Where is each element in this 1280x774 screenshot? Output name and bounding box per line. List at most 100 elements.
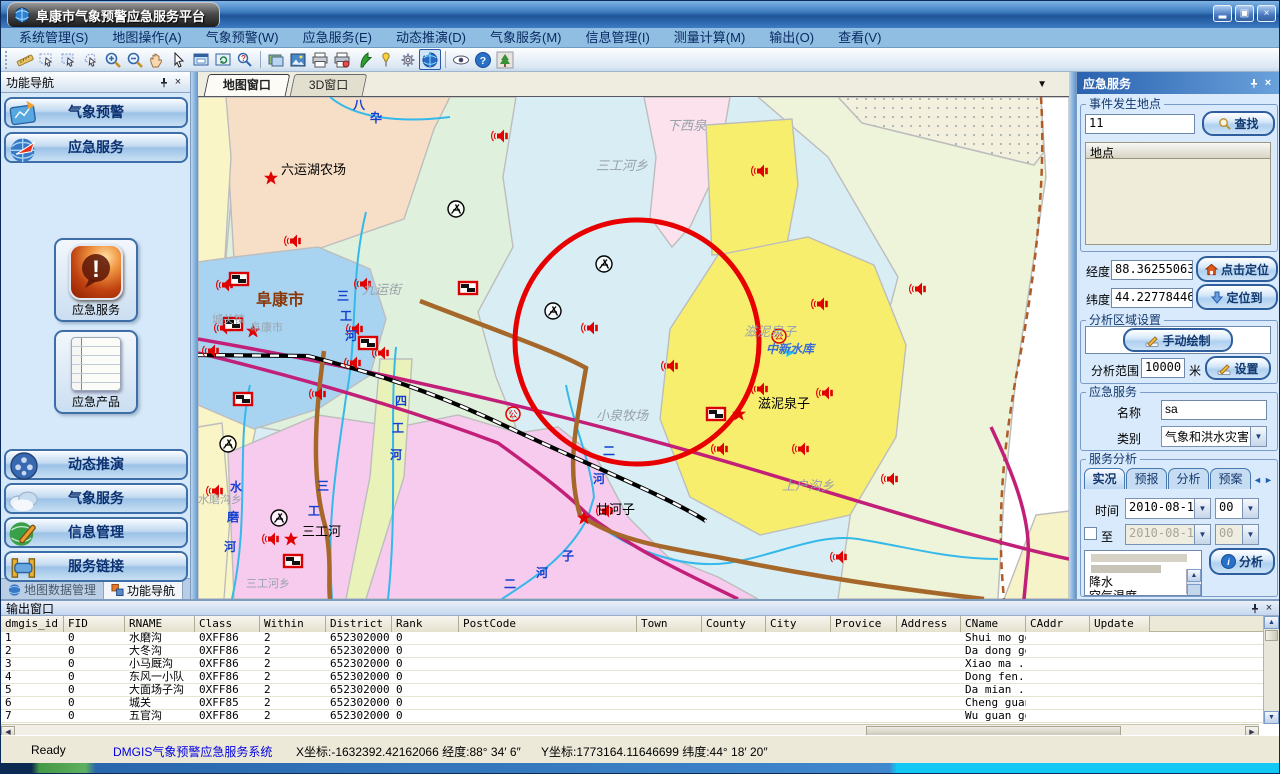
- location-list[interactable]: [1085, 159, 1271, 245]
- export-image-icon[interactable]: [287, 49, 309, 70]
- analysis-tab-2[interactable]: 分析: [1168, 468, 1209, 489]
- refresh-icon[interactable]: [212, 49, 234, 70]
- circled-a-marker-icon[interactable]: [448, 201, 464, 217]
- column-header[interactable]: District: [326, 616, 392, 632]
- scroll-thumb[interactable]: [1187, 584, 1201, 596]
- pan-icon[interactable]: [146, 49, 168, 70]
- column-header[interactable]: Class: [195, 616, 260, 632]
- menu-item[interactable]: 地图操作(A): [100, 28, 193, 48]
- flag-marker-icon[interactable]: [230, 273, 248, 285]
- latitude-input[interactable]: 44.22778446: [1111, 288, 1193, 308]
- column-header[interactable]: City: [766, 616, 831, 632]
- eye-icon[interactable]: [450, 49, 472, 70]
- zoom-query-icon[interactable]: ?: [234, 49, 256, 70]
- service-name-input[interactable]: sa: [1161, 400, 1267, 420]
- zoom-out-icon[interactable]: [124, 49, 146, 70]
- menu-item[interactable]: 气象预警(W): [194, 28, 291, 48]
- select-rect-icon[interactable]: [58, 49, 80, 70]
- column-header[interactable]: RNAME: [125, 616, 195, 632]
- menu-item[interactable]: 测量计算(M): [662, 28, 758, 48]
- emergency-service-button[interactable]: ! 应急服务: [54, 238, 138, 322]
- map-tab-3d[interactable]: 3D窗口: [290, 74, 368, 96]
- close-button[interactable]: ×: [1257, 5, 1276, 22]
- sidebar-item-service-links[interactable]: 服务链接: [4, 551, 188, 582]
- map-tab-2d[interactable]: 地图窗口: [204, 74, 291, 96]
- scene-icon[interactable]: [494, 49, 516, 70]
- vscroll-thumb[interactable]: [1265, 630, 1278, 641]
- scroll-up-icon[interactable]: ▲: [1187, 569, 1201, 582]
- column-header[interactable]: Provice: [831, 616, 897, 632]
- pin-icon[interactable]: [1248, 602, 1262, 615]
- circled-a-marker-icon[interactable]: [545, 303, 561, 319]
- analysis-tab-1[interactable]: 预报: [1126, 468, 1167, 489]
- element-list[interactable]: 降水空气温度 ▲: [1084, 550, 1202, 596]
- map-tab-dropdown-icon[interactable]: ▼: [1037, 79, 1047, 90]
- column-header[interactable]: PostCode: [459, 616, 637, 632]
- dropdown-icon[interactable]: ▼: [1250, 427, 1266, 446]
- sidebar-item-weather-service[interactable]: 气象服务: [4, 483, 188, 514]
- column-header[interactable]: CName: [961, 616, 1026, 632]
- pointer-icon[interactable]: [168, 49, 190, 70]
- minimize-button[interactable]: ▂: [1213, 5, 1232, 22]
- left-splitter[interactable]: [191, 72, 198, 599]
- menu-item[interactable]: 输出(O): [757, 28, 826, 48]
- column-header[interactable]: dmgis_id: [1, 616, 64, 632]
- circled-a-marker-icon[interactable]: [596, 256, 612, 272]
- analysis-tab-0[interactable]: 实况: [1084, 468, 1125, 489]
- toolbar-grip[interactable]: [5, 51, 10, 69]
- column-header[interactable]: Within: [260, 616, 326, 632]
- table-row[interactable]: 10水磨沟0XFF8626523020000Shui mo gou: [1, 632, 1263, 645]
- flag-marker-icon[interactable]: [234, 393, 252, 405]
- column-header[interactable]: CAddr: [1026, 616, 1090, 632]
- menu-item[interactable]: 查看(V): [826, 28, 893, 48]
- tab-prev-icon[interactable]: ◄: [1252, 475, 1263, 485]
- full-extent-icon[interactable]: [190, 49, 212, 70]
- select-poly-icon[interactable]: [80, 49, 102, 70]
- table-row[interactable]: 40东风一小队0XFF8626523020000Dong fen...: [1, 671, 1263, 684]
- tab-next-icon[interactable]: ►: [1263, 475, 1274, 485]
- layers-icon[interactable]: [265, 49, 287, 70]
- range-input[interactable]: 10000: [1141, 358, 1185, 378]
- close-icon[interactable]: ×: [1262, 602, 1276, 615]
- output-vscrollbar[interactable]: ▲ ▼: [1263, 616, 1279, 724]
- sidebar-item-weather-warning[interactable]: 气象预警: [4, 97, 188, 128]
- select-icon[interactable]: [36, 49, 58, 70]
- measure-icon[interactable]: [14, 49, 36, 70]
- menu-item[interactable]: 信息管理(I): [574, 28, 662, 48]
- pin-icon[interactable]: [157, 76, 171, 89]
- column-header[interactable]: County: [702, 616, 766, 632]
- sidebar-item-emergency-service[interactable]: 应急服务: [4, 132, 188, 163]
- scroll-up-icon[interactable]: ▲: [1264, 616, 1279, 629]
- location-search-input[interactable]: 11: [1085, 114, 1195, 134]
- column-header[interactable]: Rank: [392, 616, 459, 632]
- table-row[interactable]: 50大面场子沟0XFF8626523020000Da mian ...: [1, 684, 1263, 697]
- sidebar-tab-function-nav[interactable]: 功能导航: [103, 579, 183, 600]
- close-icon[interactable]: ×: [1261, 77, 1275, 90]
- table-row[interactable]: 70五官沟0XFF8626523020000Wu guan gou: [1, 710, 1263, 723]
- column-header[interactable]: FID: [64, 616, 125, 632]
- map-canvas[interactable]: 公: [198, 97, 1069, 599]
- location-list-header[interactable]: 地点: [1085, 142, 1271, 159]
- time-date-select[interactable]: 2010-08-13▼: [1125, 498, 1211, 519]
- manual-draw-button[interactable]: 手动绘制: [1123, 328, 1233, 352]
- table-row[interactable]: 20大冬沟0XFF8626523020000Da dong gou: [1, 645, 1263, 658]
- list-item[interactable]: 降水: [1085, 575, 1201, 589]
- pin-icon[interactable]: [1247, 77, 1261, 90]
- sidebar-item-info-management[interactable]: 信息管理: [4, 517, 188, 548]
- flag-marker-icon[interactable]: [224, 318, 242, 330]
- flag-marker-icon[interactable]: [707, 408, 725, 420]
- scroll-down-icon[interactable]: ▼: [1264, 711, 1279, 724]
- menu-item[interactable]: 系统管理(S): [7, 28, 100, 48]
- column-header[interactable]: Address: [897, 616, 961, 632]
- analyze-button[interactable]: i 分析: [1209, 548, 1275, 575]
- search-button[interactable]: 查找: [1202, 111, 1275, 136]
- menu-item[interactable]: 应急服务(E): [291, 28, 384, 48]
- settings-gear-icon[interactable]: [397, 49, 419, 70]
- flag-marker-icon[interactable]: [359, 337, 377, 349]
- print-icon[interactable]: [309, 49, 331, 70]
- column-header[interactable]: Update: [1090, 616, 1150, 632]
- locate-to-button[interactable]: 定位到: [1196, 284, 1278, 310]
- emergency-product-button[interactable]: 应急产品: [54, 330, 138, 414]
- flag-marker-icon[interactable]: [459, 282, 477, 294]
- list-item[interactable]: 空气温度: [1085, 589, 1201, 596]
